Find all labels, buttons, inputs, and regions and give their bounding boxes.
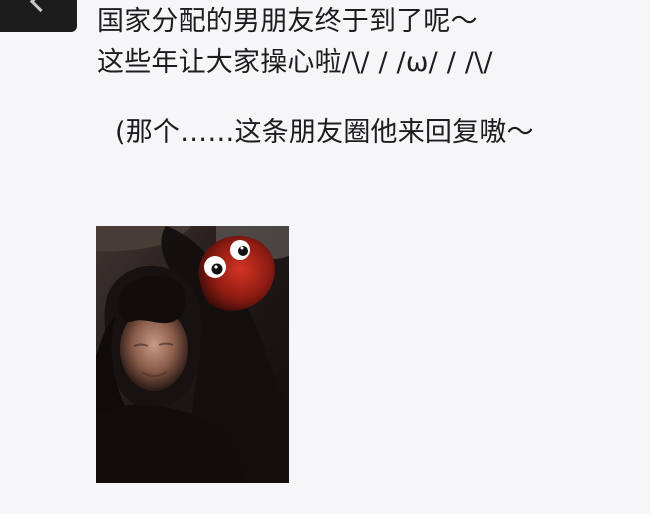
couple-photo xyxy=(96,226,289,483)
post-line-2: 这些年让大家操心啦/\/ / /ω/ / /\/ xyxy=(97,47,493,78)
post-photo[interactable] xyxy=(96,226,289,483)
post-line-3: (那个……这条朋友圈他来回复嗷～ xyxy=(115,117,534,148)
back-chevron-icon xyxy=(29,0,52,13)
moments-post-text: 国家分配的男朋友终于到了呢～ 这些年让大家操心啦/\/ / /ω/ / /\/ … xyxy=(97,3,637,151)
avatar[interactable] xyxy=(0,0,77,32)
post-line-1: 国家分配的男朋友终于到了呢～ xyxy=(97,6,478,37)
